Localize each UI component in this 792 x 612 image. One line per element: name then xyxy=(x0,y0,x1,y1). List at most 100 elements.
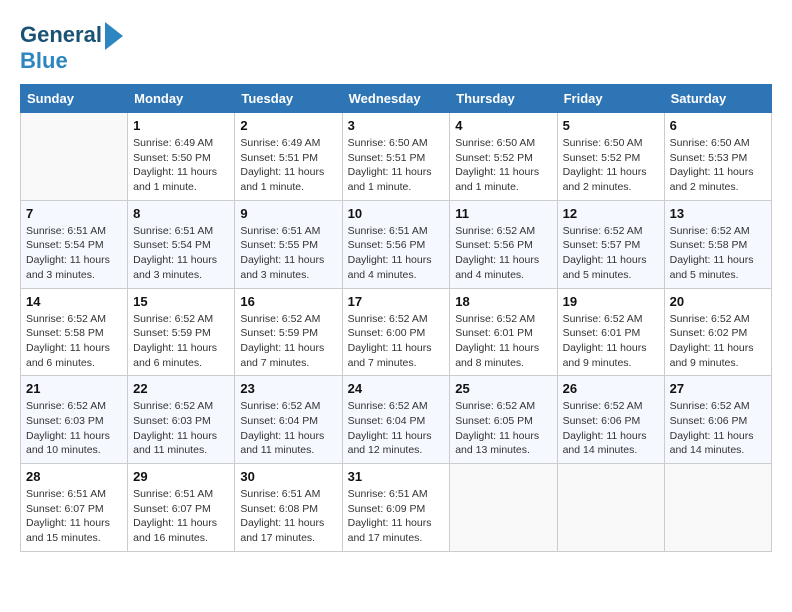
day-number: 14 xyxy=(26,294,122,309)
calendar-cell: 11 Sunrise: 6:52 AM Sunset: 5:56 PM Dayli… xyxy=(450,200,557,288)
calendar-cell: 18Sunrise: 6:52 AM Sunset: 6:01 PM Dayli… xyxy=(450,288,557,376)
day-info: Sunrise: 6:52 AM Sunset: 6:02 PM Dayligh… xyxy=(670,312,766,371)
day-number: 23 xyxy=(240,381,336,396)
column-header-monday: Monday xyxy=(128,85,235,113)
calendar-cell: 9 Sunrise: 6:51 AM Sunset: 5:55 PM Daylig… xyxy=(235,200,342,288)
day-number: 3 xyxy=(348,118,445,133)
column-header-wednesday: Wednesday xyxy=(342,85,450,113)
day-info: Sunrise: 6:52 AM Sunset: 6:06 PM Dayligh… xyxy=(563,399,659,458)
calendar-cell: 5 Sunrise: 6:50 AM Sunset: 5:52 PM Daylig… xyxy=(557,113,664,201)
calendar-cell: 15 Sunrise: 6:52 AM Sunset: 5:59 PM Dayli… xyxy=(128,288,235,376)
day-info: Sunrise: 6:52 AM Sunset: 6:00 PM Dayligh… xyxy=(348,312,445,371)
calendar-cell: 26 Sunrise: 6:52 AM Sunset: 6:06 PM Dayli… xyxy=(557,376,664,464)
day-info: Sunrise: 6:52 AM Sunset: 6:01 PM Dayligh… xyxy=(563,312,659,371)
logo-arrow-icon xyxy=(105,22,123,50)
calendar-cell: 27 Sunrise: 6:52 AM Sunset: 6:06 PM Dayli… xyxy=(664,376,771,464)
day-number: 24 xyxy=(348,381,445,396)
day-number: 9 xyxy=(240,206,336,221)
day-info: Sunrise: 6:49 AM Sunset: 5:51 PM Dayligh… xyxy=(240,136,336,195)
day-number: 13 xyxy=(670,206,766,221)
day-info: Sunrise: 6:51 AM Sunset: 6:08 PM Dayligh… xyxy=(240,487,336,546)
day-number: 25 xyxy=(455,381,551,396)
day-number: 27 xyxy=(670,381,766,396)
day-info: Sunrise: 6:50 AM Sunset: 5:51 PM Dayligh… xyxy=(348,136,445,195)
day-number: 30 xyxy=(240,469,336,484)
day-number: 19 xyxy=(563,294,659,309)
logo-blue: Blue xyxy=(20,48,68,74)
day-number: 15 xyxy=(133,294,229,309)
day-number: 1 xyxy=(133,118,229,133)
column-headers-row: SundayMondayTuesdayWednesdayThursdayFrid… xyxy=(21,85,772,113)
day-info: Sunrise: 6:51 AM Sunset: 5:55 PM Dayligh… xyxy=(240,224,336,283)
calendar-cell: 3 Sunrise: 6:50 AM Sunset: 5:51 PM Daylig… xyxy=(342,113,450,201)
calendar-cell: 1 Sunrise: 6:49 AM Sunset: 5:50 PM Daylig… xyxy=(128,113,235,201)
column-header-tuesday: Tuesday xyxy=(235,85,342,113)
day-number: 5 xyxy=(563,118,659,133)
day-info: Sunrise: 6:51 AM Sunset: 6:09 PM Dayligh… xyxy=(348,487,445,546)
day-info: Sunrise: 6:51 AM Sunset: 6:07 PM Dayligh… xyxy=(26,487,122,546)
day-info: Sunrise: 6:50 AM Sunset: 5:53 PM Dayligh… xyxy=(670,136,766,195)
calendar-cell: 29 Sunrise: 6:51 AM Sunset: 6:07 PM Dayli… xyxy=(128,464,235,552)
calendar-cell: 25 Sunrise: 6:52 AM Sunset: 6:05 PM Dayli… xyxy=(450,376,557,464)
day-info: Sunrise: 6:51 AM Sunset: 5:56 PM Dayligh… xyxy=(348,224,445,283)
calendar-cell: 7 Sunrise: 6:51 AM Sunset: 5:54 PM Daylig… xyxy=(21,200,128,288)
day-info: Sunrise: 6:52 AM Sunset: 6:04 PM Dayligh… xyxy=(348,399,445,458)
calendar-body: 1 Sunrise: 6:49 AM Sunset: 5:50 PM Daylig… xyxy=(21,113,772,552)
day-number: 20 xyxy=(670,294,766,309)
calendar-cell: 12Sunrise: 6:52 AM Sunset: 5:57 PM Dayli… xyxy=(557,200,664,288)
day-info: Sunrise: 6:51 AM Sunset: 5:54 PM Dayligh… xyxy=(26,224,122,283)
day-info: Sunrise: 6:52 AM Sunset: 5:58 PM Dayligh… xyxy=(26,312,122,371)
day-number: 7 xyxy=(26,206,122,221)
calendar-cell: 6 Sunrise: 6:50 AM Sunset: 5:53 PM Daylig… xyxy=(664,113,771,201)
day-info: Sunrise: 6:52 AM Sunset: 5:56 PM Dayligh… xyxy=(455,224,551,283)
calendar-cell: 31Sunrise: 6:51 AM Sunset: 6:09 PM Dayli… xyxy=(342,464,450,552)
calendar-cell: 2Sunrise: 6:49 AM Sunset: 5:51 PM Daylig… xyxy=(235,113,342,201)
calendar-cell: 13Sunrise: 6:52 AM Sunset: 5:58 PM Dayli… xyxy=(664,200,771,288)
logo-text: General xyxy=(20,23,102,47)
day-number: 16 xyxy=(240,294,336,309)
day-number: 26 xyxy=(563,381,659,396)
calendar-cell xyxy=(21,113,128,201)
calendar-cell: 21Sunrise: 6:52 AM Sunset: 6:03 PM Dayli… xyxy=(21,376,128,464)
column-header-friday: Friday xyxy=(557,85,664,113)
day-info: Sunrise: 6:52 AM Sunset: 5:59 PM Dayligh… xyxy=(133,312,229,371)
day-info: Sunrise: 6:50 AM Sunset: 5:52 PM Dayligh… xyxy=(563,136,659,195)
day-info: Sunrise: 6:51 AM Sunset: 6:07 PM Dayligh… xyxy=(133,487,229,546)
calendar-cell: 16Sunrise: 6:52 AM Sunset: 5:59 PM Dayli… xyxy=(235,288,342,376)
day-number: 29 xyxy=(133,469,229,484)
day-number: 4 xyxy=(455,118,551,133)
day-info: Sunrise: 6:52 AM Sunset: 6:04 PM Dayligh… xyxy=(240,399,336,458)
week-row-2: 7 Sunrise: 6:51 AM Sunset: 5:54 PM Daylig… xyxy=(21,200,772,288)
calendar-cell: 22 Sunrise: 6:52 AM Sunset: 6:03 PM Dayli… xyxy=(128,376,235,464)
logo: General Blue xyxy=(20,20,123,74)
day-number: 22 xyxy=(133,381,229,396)
week-row-4: 21 Sunrise: 6:52 AM Sunset: 6:03 PM Dayli… xyxy=(21,376,772,464)
page-header: General Blue xyxy=(20,20,772,74)
day-info: Sunrise: 6:52 AM Sunset: 6:06 PM Dayligh… xyxy=(670,399,766,458)
day-info: Sunrise: 6:52 AM Sunset: 5:57 PM Dayligh… xyxy=(563,224,659,283)
calendar-cell: 8 Sunrise: 6:51 AM Sunset: 5:54 PM Daylig… xyxy=(128,200,235,288)
day-number: 10 xyxy=(348,206,445,221)
day-info: Sunrise: 6:51 AM Sunset: 5:54 PM Dayligh… xyxy=(133,224,229,283)
calendar-cell xyxy=(450,464,557,552)
calendar-cell: 17 Sunrise: 6:52 AM Sunset: 6:00 PM Dayli… xyxy=(342,288,450,376)
day-number: 28 xyxy=(26,469,122,484)
day-info: Sunrise: 6:50 AM Sunset: 5:52 PM Dayligh… xyxy=(455,136,551,195)
week-row-3: 14 Sunrise: 6:52 AM Sunset: 5:58 PM Dayli… xyxy=(21,288,772,376)
day-number: 6 xyxy=(670,118,766,133)
day-number: 17 xyxy=(348,294,445,309)
day-number: 8 xyxy=(133,206,229,221)
column-header-thursday: Thursday xyxy=(450,85,557,113)
week-row-1: 1 Sunrise: 6:49 AM Sunset: 5:50 PM Daylig… xyxy=(21,113,772,201)
calendar-cell: 19 Sunrise: 6:52 AM Sunset: 6:01 PM Dayli… xyxy=(557,288,664,376)
day-info: Sunrise: 6:49 AM Sunset: 5:50 PM Dayligh… xyxy=(133,136,229,195)
day-number: 11 xyxy=(455,206,551,221)
calendar-table: SundayMondayTuesdayWednesdayThursdayFrid… xyxy=(20,84,772,552)
calendar-cell: 10 Sunrise: 6:51 AM Sunset: 5:56 PM Dayli… xyxy=(342,200,450,288)
day-info: Sunrise: 6:52 AM Sunset: 6:03 PM Dayligh… xyxy=(133,399,229,458)
day-info: Sunrise: 6:52 AM Sunset: 6:05 PM Dayligh… xyxy=(455,399,551,458)
calendar-cell: 30 Sunrise: 6:51 AM Sunset: 6:08 PM Dayli… xyxy=(235,464,342,552)
day-number: 21 xyxy=(26,381,122,396)
calendar-cell: 4 Sunrise: 6:50 AM Sunset: 5:52 PM Daylig… xyxy=(450,113,557,201)
column-header-sunday: Sunday xyxy=(21,85,128,113)
